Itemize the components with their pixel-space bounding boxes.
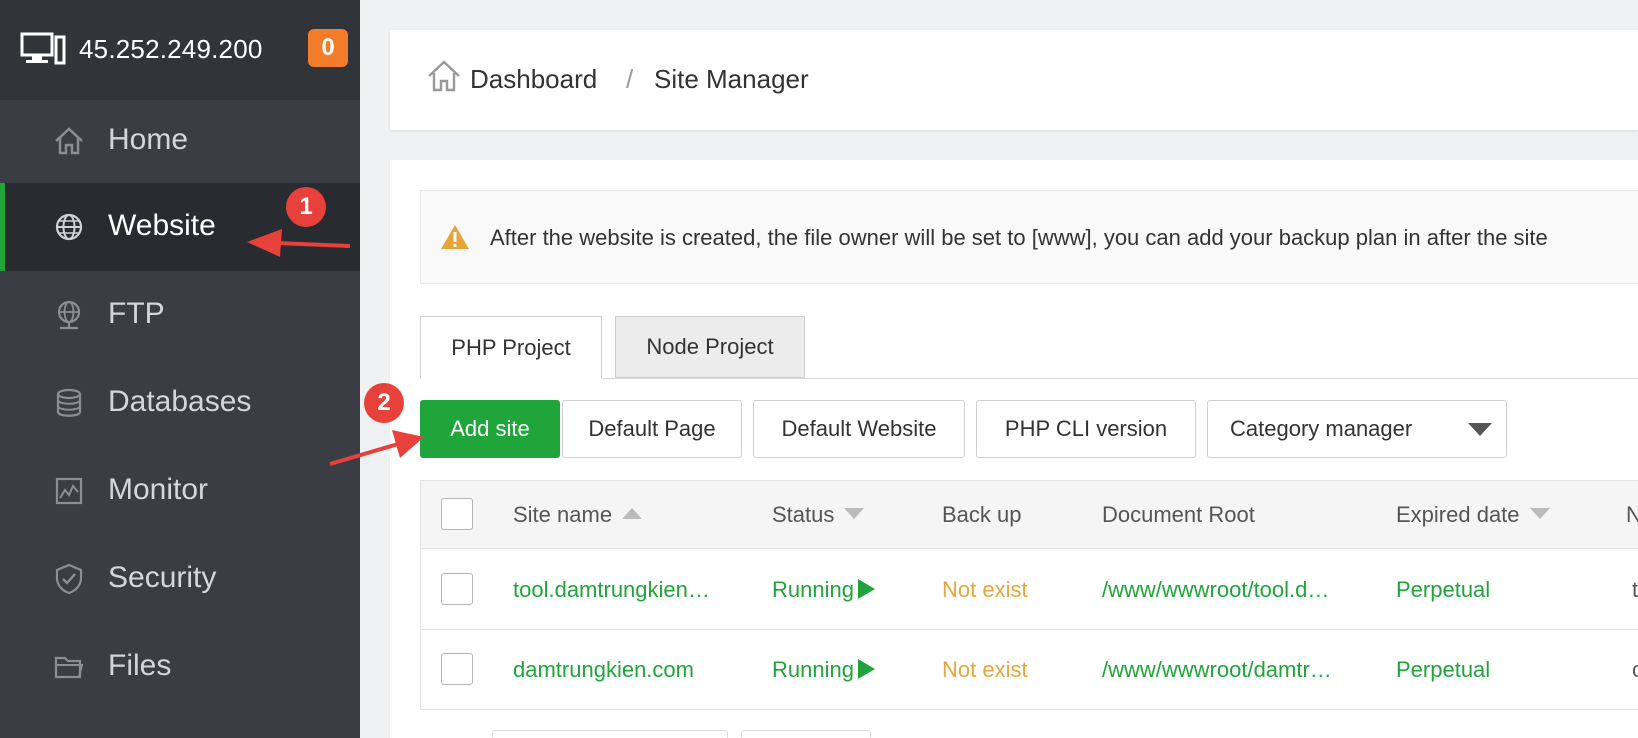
row-divider: [421, 629, 1638, 630]
default-page-button[interactable]: Default Page: [562, 400, 742, 458]
row-checkbox[interactable]: [441, 573, 473, 605]
sort-ascending-icon: [622, 508, 643, 519]
annotation-marker-1: 1: [286, 187, 326, 227]
tabs-divider: [420, 378, 1638, 379]
monitor-icon: [55, 477, 83, 505]
backup-link[interactable]: Not exist: [942, 657, 1028, 683]
sidebar-item-label: Databases: [108, 385, 252, 418]
annotation-marker-2: 2: [364, 383, 404, 423]
site-name-link[interactable]: tool.damtrungkien…: [513, 577, 710, 603]
status-running-toggle[interactable]: Running: [772, 577, 875, 603]
tab-php-project[interactable]: PHP Project: [420, 316, 602, 379]
column-header-site-name[interactable]: Site name: [513, 502, 643, 528]
default-website-button[interactable]: Default Website: [753, 400, 965, 458]
database-icon: [56, 388, 82, 417]
play-icon: [857, 579, 875, 599]
breadcrumb-separator: /: [626, 64, 634, 94]
computer-icon: [20, 32, 66, 65]
sidebar-item-home[interactable]: Home: [0, 97, 360, 185]
sidebar: 45.252.249.200 0 Home Website FTP Databa…: [0, 0, 360, 738]
add-site-button[interactable]: Add site: [420, 400, 560, 458]
play-icon: [857, 659, 875, 679]
shield-icon: [55, 563, 83, 595]
site-name-link[interactable]: damtrungkien.com: [513, 657, 694, 683]
sidebar-header: 45.252.249.200 0: [0, 0, 360, 100]
select-all-checkbox[interactable]: [441, 498, 473, 530]
breadcrumb-home-icon[interactable]: [426, 58, 462, 94]
sidebar-item-files[interactable]: Files: [0, 623, 360, 711]
column-header-document-root: Document Root: [1102, 502, 1255, 527]
sidebar-item-databases[interactable]: Databases: [0, 359, 360, 447]
warning-icon: [441, 225, 469, 249]
backup-link[interactable]: Not exist: [942, 577, 1028, 603]
breadcrumb-dashboard-link[interactable]: Dashboard: [470, 64, 597, 95]
column-header-backup: Back up: [942, 502, 1022, 527]
sort-descending-icon: [844, 508, 865, 519]
pager-stub: [492, 730, 728, 738]
expired-date-link[interactable]: Perpetual: [1396, 577, 1490, 603]
expired-date-link[interactable]: Perpetual: [1396, 657, 1490, 683]
notification-badge[interactable]: 0: [308, 29, 348, 67]
category-manager-label: Category manager: [1230, 416, 1413, 441]
globe-icon: [55, 213, 83, 241]
document-root-link[interactable]: /www/wwwroot/tool.d…: [1102, 577, 1329, 603]
document-root-link[interactable]: /www/wwwroot/damtr…: [1102, 657, 1332, 683]
page-title: Site Manager: [654, 64, 809, 94]
folder-icon: [54, 656, 84, 679]
alert-text: After the website is created, the file o…: [490, 225, 1548, 250]
ftp-globe-icon: [57, 300, 81, 330]
column-header-expired-date[interactable]: Expired date: [1396, 502, 1550, 528]
tab-node-project[interactable]: Node Project: [615, 316, 805, 378]
status-running-toggle[interactable]: Running: [772, 657, 875, 683]
sort-descending-icon: [1529, 508, 1550, 519]
sidebar-item-label: Website: [108, 209, 216, 242]
php-cli-version-button[interactable]: PHP CLI version: [976, 400, 1196, 458]
column-header-truncated: N: [1626, 502, 1638, 527]
column-header-status[interactable]: Status: [772, 502, 865, 528]
row-checkbox[interactable]: [441, 653, 473, 685]
category-manager-select[interactable]: Category manager: [1207, 400, 1507, 458]
server-ip: 45.252.249.200: [79, 34, 263, 64]
sidebar-item-security[interactable]: Security: [0, 535, 360, 623]
sidebar-item-label: Security: [108, 561, 217, 594]
caret-down-icon: [1468, 423, 1492, 436]
truncated-cell: c: [1632, 657, 1638, 682]
sidebar-item-label: Home: [108, 123, 189, 156]
sidebar-item-ftp[interactable]: FTP: [0, 271, 360, 359]
sidebar-item-label: Files: [108, 649, 172, 682]
home-icon: [55, 127, 83, 155]
truncated-cell: t: [1632, 577, 1638, 602]
sidebar-item-monitor[interactable]: Monitor: [0, 447, 360, 535]
sidebar-item-label: Monitor: [108, 473, 209, 506]
sidebar-item-label: FTP: [108, 297, 165, 330]
pager-stub: [741, 730, 871, 738]
